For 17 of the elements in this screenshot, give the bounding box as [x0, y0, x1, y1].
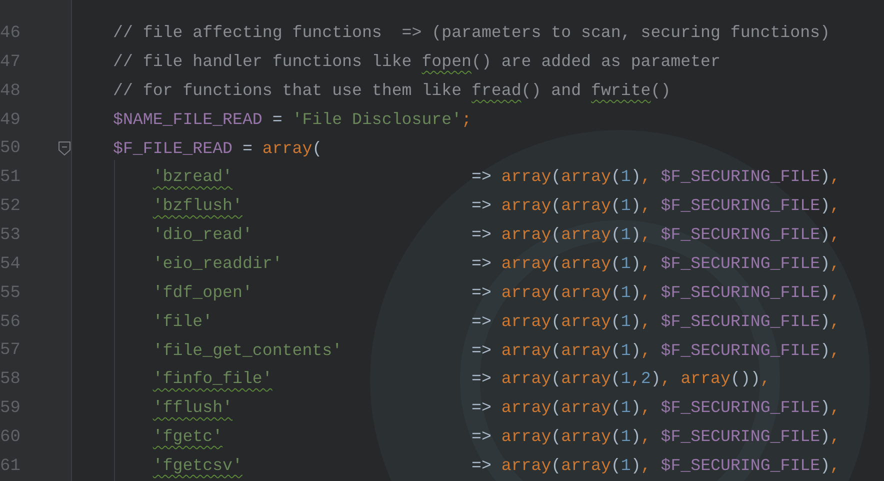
- code-line: 'fgetcsv' => array(array(1), $F_SECURING_FILE),: [152, 458, 840, 475]
- fold-icon[interactable]: [58, 141, 71, 156]
- code-line: 'dio_read' => array(array(1), $F_SECURING_FILE),: [152, 227, 840, 244]
- code-line: // file handler functions like fopen() are added as parameter: [113, 54, 720, 71]
- code-line: 'fflush' => array(array(1), $F_SECURING_FILE),: [152, 400, 840, 417]
- code-line: 'fgetc' => array(array(1), $F_SECURING_FILE),: [152, 429, 840, 446]
- code-line: 'finfo_file' => array(array(1,2), array()),: [152, 371, 770, 388]
- code-line: 'file' => array(array(1), $F_SECURING_FILE),: [152, 314, 840, 330]
- code-line: // file affecting functions => (parameters to scan, securing functions): [113, 25, 830, 42]
- code-line: $F_FILE_READ = array(: [113, 140, 322, 158]
- code-line: $NAME_FILE_READ = 'File Disclosure';: [113, 112, 472, 128]
- code-line: 'fdf_open' => array(array(1), $F_SECURING_FILE),: [152, 284, 840, 302]
- code-line: 'bzread' => array(array(1), $F_SECURING_FILE),: [152, 169, 840, 186]
- code-line: 'bzflush' => array(array(1), $F_SECURING_FILE),: [152, 198, 840, 215]
- code-line: 'eio_readdir' => array(array(1), $F_SECURING_FILE),: [152, 256, 840, 273]
- code-line: 'file_get_contents' => array(array(1), $F_SECURING_FILE),: [152, 342, 840, 360]
- code-line: // for functions that use them like fread() and fwrite(): [113, 82, 671, 100]
